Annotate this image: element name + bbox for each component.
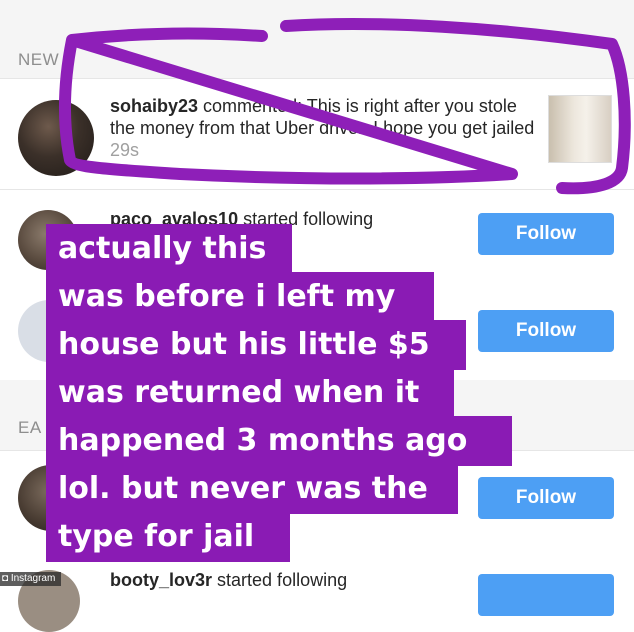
caption-line: lol. but never was the [58,471,428,506]
caption-line: was before i left my [58,279,396,314]
caption-line: actually this [58,231,267,266]
watermark-text: Instagram [10,573,56,584]
caption-line: house but his little $5 [58,327,430,362]
caption-line: was returned when it [58,375,420,410]
caption-line: happened 3 months ago [58,423,468,458]
caption-line: type for jail [58,519,255,554]
camera-icon: ◘ [2,573,9,584]
instagram-watermark: ◘ Instagram [0,572,62,586]
